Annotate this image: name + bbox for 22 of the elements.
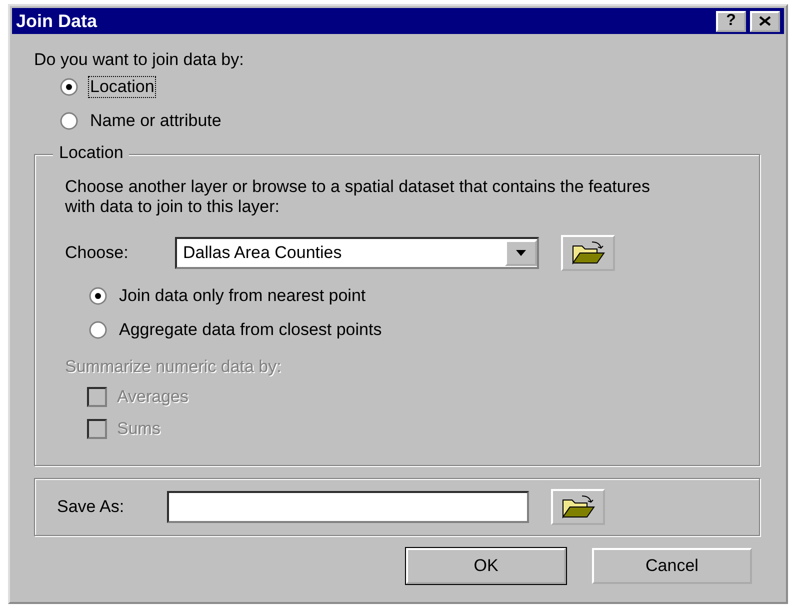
ok-button[interactable]: OK [406,548,566,584]
browse-button[interactable] [551,489,605,525]
description-text: Choose another layer or browse to a spatial dataset that contains the features with data to join to this layer: [65,177,651,217]
dropdown-arrow-icon [515,249,527,257]
summarize-label: Summarize numeric data by: [65,357,282,377]
prompt-label: Do you want to join data by: [34,50,245,70]
radio-option[interactable]: Join data only from nearest point [89,285,733,307]
help-button[interactable]: ? [716,10,746,32]
layer-dropdown[interactable]: Dallas Area Counties [175,237,539,269]
radio-option[interactable]: Aggregate data from closest points [89,319,733,341]
window-title: Join Data [16,10,98,32]
cancel-button[interactable]: Cancel [592,548,752,584]
close-icon [759,16,771,26]
folder-icon [570,240,606,266]
radio-option[interactable]: Name or attribute [60,110,760,132]
save-as-field[interactable] [167,491,529,523]
save-as-label: Save As: [57,497,126,517]
folder-icon [560,494,596,520]
choose-label: Choose: [65,243,130,263]
close-button[interactable] [750,10,780,32]
radio-option[interactable]: Location [60,76,760,98]
browse-button[interactable] [561,235,615,271]
